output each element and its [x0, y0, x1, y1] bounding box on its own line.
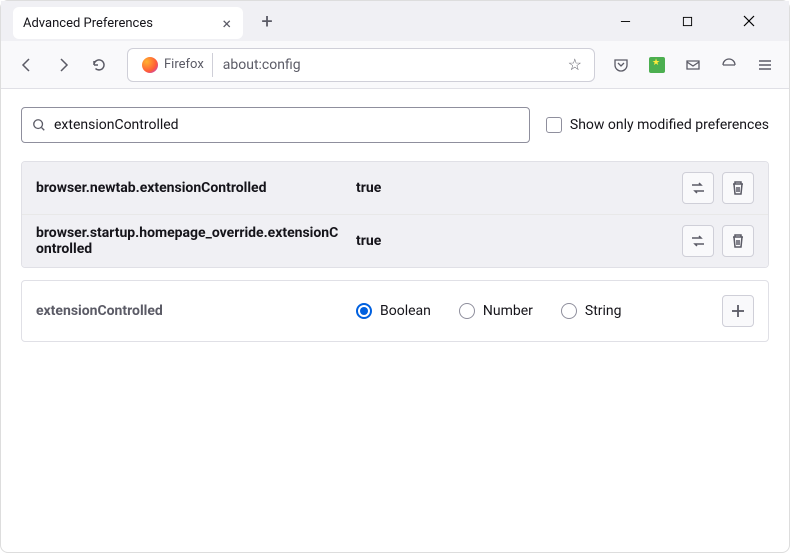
close-window-button[interactable] — [727, 5, 771, 37]
browser-tab[interactable]: Advanced Preferences × — [13, 7, 243, 39]
new-pref-row: extensionControlled Boolean Number Strin… — [21, 280, 769, 342]
preferences-list: browser.newtab.extensionControlled true … — [21, 161, 769, 268]
new-tab-button[interactable]: + — [253, 7, 281, 35]
inbox-icon[interactable] — [679, 51, 707, 79]
toolbar-icons — [607, 51, 779, 79]
url-text[interactable]: about:config — [213, 57, 562, 73]
pref-row[interactable]: browser.newtab.extensionControlled true — [22, 162, 768, 214]
pref-value: true — [356, 233, 682, 249]
radio-label: Boolean — [380, 303, 431, 319]
identity-box[interactable]: Firefox — [134, 53, 213, 77]
url-bar[interactable]: Firefox about:config ☆ — [127, 48, 595, 82]
toggle-button[interactable] — [682, 172, 714, 204]
filter-label: Show only modified preferences — [570, 117, 769, 133]
delete-button[interactable] — [722, 172, 754, 204]
tab-title: Advanced Preferences — [23, 16, 153, 31]
filter-modified-checkbox[interactable]: Show only modified preferences — [546, 117, 769, 133]
firefox-icon — [142, 57, 158, 73]
pref-name: browser.newtab.extensionControlled — [36, 180, 356, 196]
pocket-icon[interactable] — [607, 51, 635, 79]
pref-actions — [682, 225, 754, 257]
toolbar: Firefox about:config ☆ — [1, 41, 789, 89]
radio-label: Number — [483, 303, 533, 319]
radio-icon — [561, 303, 577, 319]
menu-button[interactable] — [751, 51, 779, 79]
pref-value: true — [356, 180, 682, 196]
radio-icon — [459, 303, 475, 319]
type-number-radio[interactable]: Number — [459, 303, 533, 319]
delete-button[interactable] — [722, 225, 754, 257]
search-input[interactable] — [54, 117, 519, 133]
reload-button[interactable] — [83, 49, 115, 81]
bookmark-star-icon[interactable]: ☆ — [562, 55, 588, 74]
forward-button[interactable] — [47, 49, 79, 81]
radio-icon — [356, 303, 372, 319]
type-string-radio[interactable]: String — [561, 303, 622, 319]
maximize-button[interactable] — [665, 5, 709, 37]
window-controls — [603, 5, 781, 37]
type-radio-group: Boolean Number String — [356, 303, 722, 319]
add-pref-button[interactable] — [722, 295, 754, 327]
shield-icon[interactable] — [715, 51, 743, 79]
extension-icon[interactable] — [643, 51, 671, 79]
type-boolean-radio[interactable]: Boolean — [356, 303, 431, 319]
radio-label: String — [585, 303, 622, 319]
pref-name: browser.startup.homepage_override.extens… — [36, 225, 356, 257]
checkbox-icon — [546, 117, 562, 133]
config-content: Show only modified preferences browser.n… — [1, 89, 789, 360]
search-icon — [32, 118, 46, 132]
identity-label: Firefox — [164, 57, 204, 72]
search-row: Show only modified preferences — [21, 107, 769, 143]
pref-actions — [682, 172, 754, 204]
toggle-button[interactable] — [682, 225, 714, 257]
minimize-button[interactable] — [603, 5, 647, 37]
search-box[interactable] — [21, 107, 530, 143]
titlebar: Advanced Preferences × + — [1, 1, 789, 41]
close-tab-icon[interactable]: × — [220, 14, 233, 33]
back-button[interactable] — [11, 49, 43, 81]
new-pref-name: extensionControlled — [36, 303, 356, 319]
pref-row[interactable]: browser.startup.homepage_override.extens… — [22, 214, 768, 267]
